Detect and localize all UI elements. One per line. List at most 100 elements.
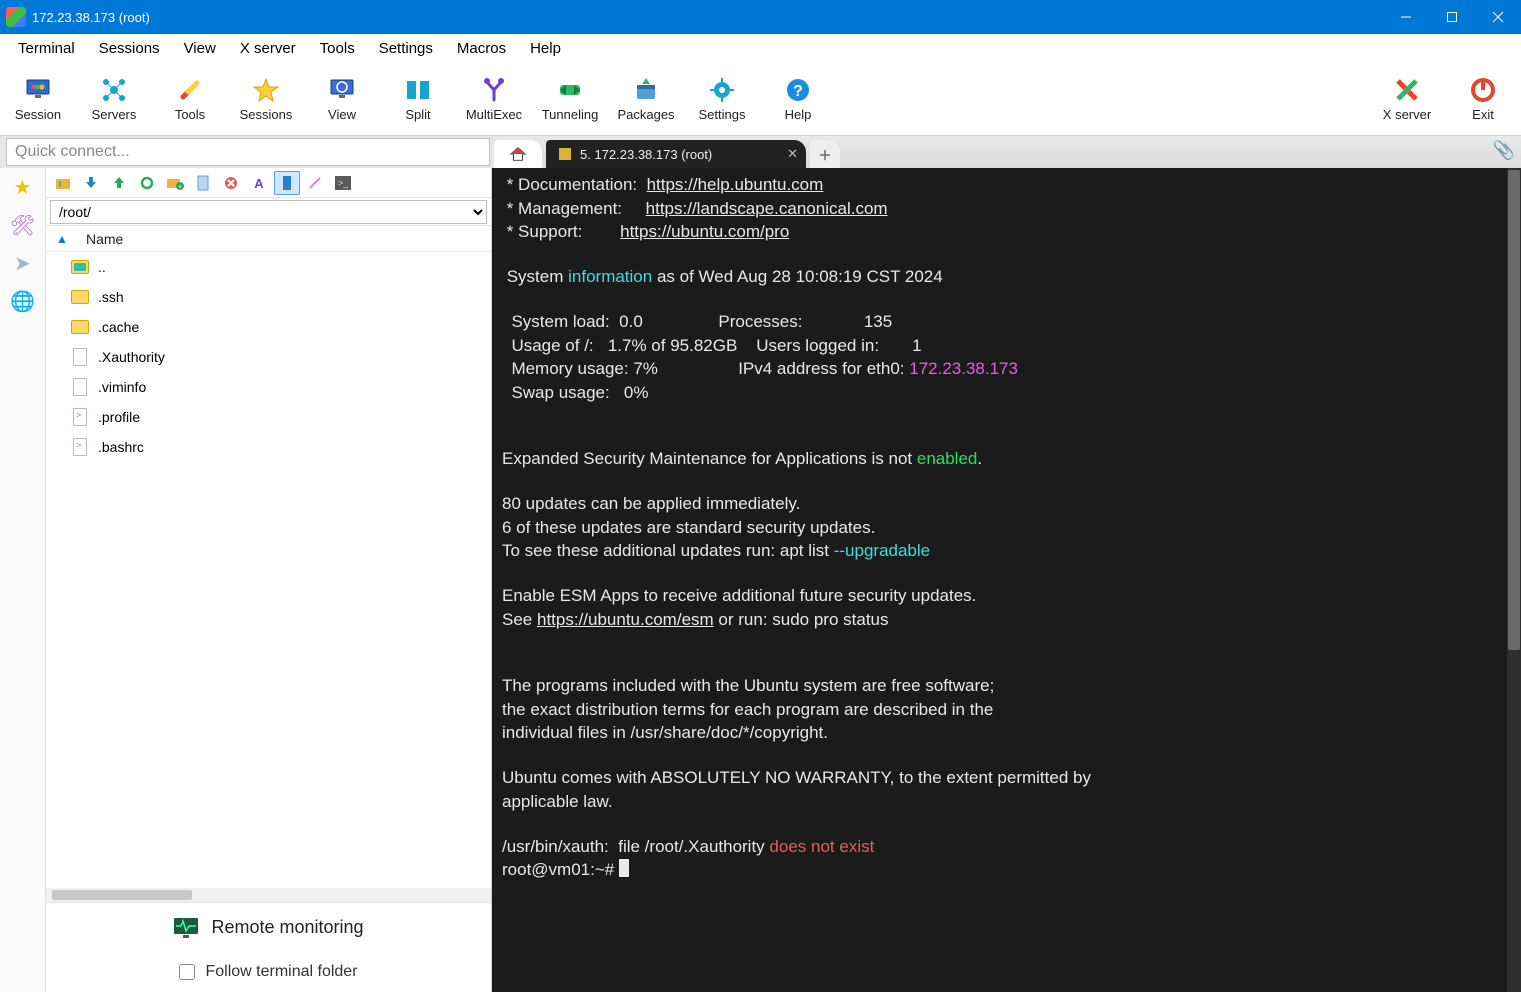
- sftp-wand-icon[interactable]: [302, 171, 328, 195]
- ribbon-multiexec[interactable]: MultiExec: [456, 62, 532, 135]
- ribbon-tunneling[interactable]: Tunneling: [532, 62, 608, 135]
- tab-home[interactable]: [494, 140, 542, 168]
- sftp-download-icon[interactable]: [78, 171, 104, 195]
- sftp-home-icon[interactable]: [50, 171, 76, 195]
- menu-xserver[interactable]: X server: [228, 34, 308, 62]
- menu-help[interactable]: Help: [518, 34, 573, 62]
- window-title: 172.23.38.173 (root): [32, 10, 150, 25]
- term-line: The programs included with the Ubuntu sy…: [502, 676, 994, 695]
- file-name: .profile: [98, 409, 140, 425]
- ribbon-tunneling-label: Tunneling: [542, 107, 599, 122]
- sftp-bookmark-icon[interactable]: [274, 171, 300, 195]
- sftp-upload-icon[interactable]: [106, 171, 132, 195]
- window-titlebar: 172.23.38.173 (root): [0, 0, 1521, 34]
- list-item[interactable]: .cache: [46, 312, 491, 342]
- term-line: the exact distribution terms for each pr…: [502, 700, 993, 719]
- scrollbar-thumb[interactable]: [1508, 170, 1520, 650]
- sftp-newfile-icon[interactable]: [190, 171, 216, 195]
- power-icon: [1468, 75, 1498, 105]
- sftp-delete-icon[interactable]: [218, 171, 244, 195]
- sftp-hscrollbar[interactable]: [46, 888, 491, 902]
- menu-view[interactable]: View: [172, 34, 228, 62]
- file-name: .Xauthority: [98, 349, 165, 365]
- terminal-vscrollbar[interactable]: [1507, 168, 1521, 992]
- menu-settings[interactable]: Settings: [367, 34, 445, 62]
- ribbon-multiexec-label: MultiExec: [466, 107, 522, 122]
- quick-connect-input[interactable]: Quick connect...: [6, 138, 490, 166]
- monitor-pulse-icon: [173, 917, 199, 939]
- term-line: See https://ubuntu.com/esm or run: sudo …: [502, 610, 889, 629]
- ribbon-split[interactable]: Split: [380, 62, 456, 135]
- folder-icon: [71, 290, 89, 304]
- follow-terminal-row: Follow terminal folder: [46, 952, 491, 992]
- term-line: Ubuntu comes with ABSOLUTELY NO WARRANTY…: [502, 768, 1091, 787]
- app-icon: [6, 7, 26, 27]
- terminal-view[interactable]: * Documentation: https://help.ubuntu.com…: [492, 168, 1521, 992]
- menu-tools[interactable]: Tools: [308, 34, 367, 62]
- close-button[interactable]: [1475, 0, 1521, 34]
- tab-add[interactable]: ＋: [810, 140, 840, 168]
- term-line: Usage of /: 1.7% of 95.82GB Users logged…: [502, 336, 922, 355]
- menu-terminal[interactable]: Terminal: [6, 34, 87, 62]
- list-item[interactable]: .ssh: [46, 282, 491, 312]
- toolbar-ribbon: Session Servers Tools Sessions View Spli…: [0, 62, 1521, 136]
- remote-monitoring-button[interactable]: Remote monitoring: [46, 902, 491, 952]
- tab-session-active[interactable]: 5. 172.23.38.173 (root) ✕: [546, 140, 806, 168]
- ribbon-settings[interactable]: Settings: [684, 62, 760, 135]
- rail-macros[interactable]: ➤: [10, 250, 36, 276]
- sftp-terminal-icon[interactable]: >_: [330, 171, 356, 195]
- maximize-button[interactable]: [1429, 0, 1475, 34]
- list-item[interactable]: .profile: [46, 402, 491, 432]
- rail-sftp[interactable]: 🌐: [10, 288, 36, 314]
- wrench-small-icon: [558, 147, 572, 161]
- wrench-icon: [175, 75, 205, 105]
- minimize-button[interactable]: [1383, 0, 1429, 34]
- left-panel: ★ 🛠 ➤ 🌐 + A >_ /root/ ▲: [0, 168, 492, 992]
- term-prompt: root@vm01:~#: [502, 860, 629, 879]
- cursor-icon: [619, 859, 629, 877]
- sftp-newfolder-icon[interactable]: +: [162, 171, 188, 195]
- paperclip-icon[interactable]: 📎: [1493, 140, 1515, 161]
- ribbon-tools[interactable]: Tools: [152, 62, 228, 135]
- plus-icon: ＋: [819, 145, 832, 164]
- ribbon-session[interactable]: Session: [0, 62, 76, 135]
- ribbon-split-label: Split: [405, 107, 430, 122]
- rail-tools[interactable]: 🛠: [10, 212, 36, 238]
- monitor-icon: [23, 75, 53, 105]
- tab-session-label: 5. 172.23.38.173 (root): [580, 147, 712, 162]
- ribbon-view[interactable]: View: [304, 62, 380, 135]
- file-name: .ssh: [98, 289, 124, 305]
- sftp-refresh-icon[interactable]: [134, 171, 160, 195]
- menu-macros[interactable]: Macros: [445, 34, 518, 62]
- list-item[interactable]: ..: [46, 252, 491, 282]
- file-name: .bashrc: [98, 439, 144, 455]
- sort-arrow-icon: ▲: [56, 232, 68, 246]
- ribbon-servers[interactable]: Servers: [76, 62, 152, 135]
- ribbon-sessions-label: Sessions: [240, 107, 293, 122]
- gear-icon: [707, 75, 737, 105]
- term-line: To see these additional updates run: apt…: [502, 541, 930, 560]
- list-item[interactable]: .Xauthority: [46, 342, 491, 372]
- file-icon: [73, 378, 87, 396]
- menu-sessions[interactable]: Sessions: [87, 34, 172, 62]
- list-item[interactable]: .bashrc: [46, 432, 491, 462]
- rail-favorites[interactable]: ★: [10, 174, 36, 200]
- term-line: Memory usage: 7% IPv4 address for eth0: …: [502, 359, 1018, 378]
- scrollbar-thumb[interactable]: [52, 890, 192, 900]
- ribbon-exit[interactable]: Exit: [1445, 62, 1521, 135]
- file-list-header[interactable]: ▲ Name: [46, 226, 491, 252]
- ribbon-packages[interactable]: Packages: [608, 62, 684, 135]
- ribbon-xserver[interactable]: X server: [1369, 62, 1445, 135]
- sftp-font-icon[interactable]: A: [246, 171, 272, 195]
- ribbon-settings-label: Settings: [699, 107, 746, 122]
- sftp-path-select[interactable]: /root/: [50, 200, 487, 224]
- tab-close-icon[interactable]: ✕: [787, 146, 798, 162]
- list-item[interactable]: .viminfo: [46, 372, 491, 402]
- ribbon-servers-label: Servers: [92, 107, 137, 122]
- follow-terminal-checkbox[interactable]: [179, 964, 195, 980]
- svg-text:A: A: [254, 176, 264, 191]
- ribbon-view-label: View: [328, 107, 356, 122]
- ribbon-sessions[interactable]: Sessions: [228, 62, 304, 135]
- ribbon-help[interactable]: ? Help: [760, 62, 836, 135]
- left-rail: ★ 🛠 ➤ 🌐: [0, 168, 46, 992]
